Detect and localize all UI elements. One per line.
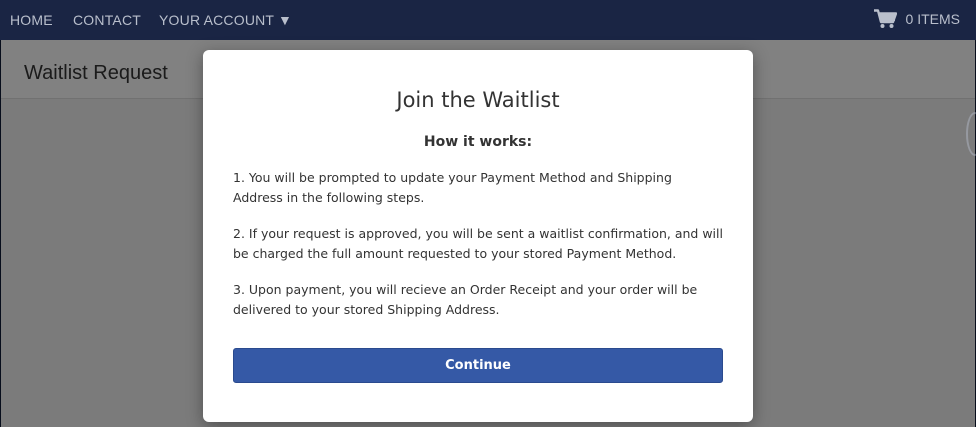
continue-button[interactable]: Continue <box>233 348 723 383</box>
cart-button[interactable]: 0 ITEMS <box>873 9 960 29</box>
decorative-ring <box>966 112 976 156</box>
cart-items-count: 0 ITEMS <box>905 11 960 27</box>
nav-account-menu[interactable]: YOUR ACCOUNT ▼ <box>159 12 292 28</box>
step-1-text: 1. You will be prompted to update your P… <box>233 170 672 205</box>
modal-title: Join the Waitlist <box>396 88 560 112</box>
step-3-text: 3. Upon payment, you will recieve an Ord… <box>233 282 698 317</box>
modal-subtitle: How it works: <box>423 134 533 150</box>
top-navigation-bar: HOME CONTACT YOUR ACCOUNT ▼ 0 ITEMS <box>0 0 976 40</box>
step-2-text: 2. If your request is approved, you will… <box>233 226 723 261</box>
waitlist-modal: Join the Waitlist How it works: 1. You w… <box>203 50 753 422</box>
nav-home-link[interactable]: HOME <box>10 12 53 28</box>
nav-contact-link[interactable]: CONTACT <box>73 12 141 28</box>
shopping-cart-icon <box>873 9 897 29</box>
